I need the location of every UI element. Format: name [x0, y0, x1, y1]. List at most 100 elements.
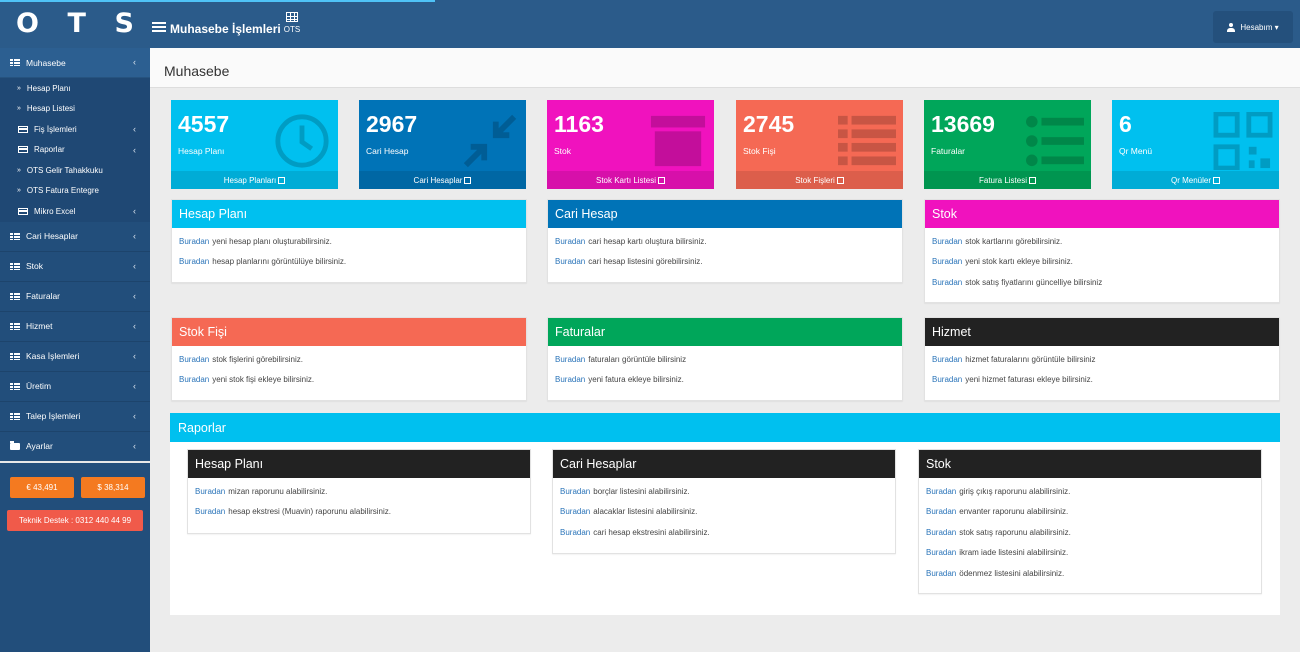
sidebar-subitem[interactable]: » OTS Gelir Tahakkuku: [0, 160, 150, 181]
panel-row: Buradan hesap ekstresi (Muavin) raporunu …: [188, 502, 530, 523]
external-link-icon: [836, 176, 844, 184]
sidebar-subitem[interactable]: Fiş İşlemleri ‹: [0, 119, 150, 140]
stat-tile-link[interactable]: Cari Hesaplar: [359, 171, 526, 189]
buradan-link[interactable]: Buradan: [555, 237, 585, 246]
stat-label: Hesap Planı: [178, 146, 225, 156]
currency-usd-button[interactable]: $ 38,314: [81, 477, 145, 498]
stat-value: 4557: [178, 111, 230, 137]
sidebar-item-label: Kasa İşlemleri: [26, 351, 80, 361]
buradan-link[interactable]: Buradan: [932, 278, 962, 287]
sidebar-subitem[interactable]: » Hesap Listesi: [0, 99, 150, 120]
sidebar-divider: [0, 461, 150, 463]
buradan-link[interactable]: Buradan: [560, 528, 590, 537]
sidebar: Muhasebe ‹ » Hesap Planı » Hesap Listesi Fiş…: [0, 48, 150, 652]
buradan-link[interactable]: Buradan: [932, 355, 962, 364]
buradan-link[interactable]: Buradan: [555, 375, 585, 384]
report-panel-title: Hesap Planı: [188, 450, 530, 478]
account-dropdown-button[interactable]: Hesabım ▾: [1213, 11, 1293, 43]
buradan-link[interactable]: Buradan: [932, 375, 962, 384]
buradan-link[interactable]: Buradan: [179, 237, 209, 246]
panel-title: Cari Hesap: [548, 200, 902, 228]
stat-tile-link[interactable]: Fatura Listesi: [924, 171, 1091, 189]
sidebar-subitem[interactable]: Raporlar ‹: [0, 140, 150, 161]
sidebar-item[interactable]: Cari Hesaplar ‹: [0, 222, 150, 252]
buradan-link[interactable]: Buradan: [179, 257, 209, 266]
sidebar-subitem-label: Fiş İşlemleri: [34, 124, 77, 134]
buradan-link[interactable]: Buradan: [926, 548, 956, 557]
ots-logo[interactable]: O T S: [16, 9, 134, 39]
info-panel: Stok Fişi Buradan stok fişlerini görebilir…: [171, 317, 527, 401]
sidebar-subitem-label: OTS Fatura Entegre: [26, 186, 99, 196]
info-panel: Hesap Planı Buradan yeni hesap planı oluşt…: [171, 199, 527, 283]
sidebar-item[interactable]: Ayarlar ‹: [0, 432, 150, 462]
panel-body: Buradan stok kartlarını görebilirsiniz. Bu…: [925, 228, 1279, 293]
sidebar-subitem-label: OTS Gelir Tahakkuku: [26, 165, 103, 175]
panel-row-text: stok fişlerini görebilirsiniz.: [212, 354, 303, 364]
stat-label: Stok Fişi: [743, 146, 776, 156]
buradan-link[interactable]: Buradan: [555, 355, 585, 364]
stat-tile-link[interactable]: Hesap Planları: [171, 171, 338, 189]
sidebar-subitem[interactable]: » Hesap Planı: [0, 78, 150, 99]
external-link-icon: [278, 176, 286, 184]
menu-toggle-icon[interactable]: [152, 22, 166, 33]
sidebar-item[interactable]: Talep İşlemleri ‹: [0, 402, 150, 432]
page-title: Muhasebe: [164, 63, 230, 79]
currency-eur-button[interactable]: € 43,491: [10, 477, 74, 498]
stat-tile-link-label: Cari Hesaplar: [413, 175, 463, 185]
buradan-link[interactable]: Buradan: [560, 507, 590, 516]
sidebar-item-label: Ayarlar: [26, 441, 53, 451]
buradan-link[interactable]: Buradan: [926, 569, 956, 578]
panel-row-text: ikram iade listesini alabilirsiniz.: [959, 548, 1069, 558]
sidebar-item-label: Stok: [26, 261, 44, 271]
buradan-link[interactable]: Buradan: [926, 487, 956, 496]
sidebar-subitem[interactable]: Mikro Excel ‹: [0, 201, 150, 222]
stat-label: Cari Hesap: [366, 146, 409, 156]
sidebar-item[interactable]: Faturalar ‹: [0, 282, 150, 312]
stat-tile-link[interactable]: Stok Kartı Listesi: [547, 171, 714, 189]
buradan-link[interactable]: Buradan: [195, 507, 225, 516]
panel-row: Buradan stok satış raporunu alabilirsiniz…: [919, 522, 1261, 543]
panel-row: Buradan cari hesap listesini görebilirsin…: [548, 252, 902, 273]
external-link-icon: [1029, 176, 1037, 184]
raporlar-section: Raporlar Hesap Planı Buradan mizan raporun…: [170, 413, 1280, 615]
panel-row: Buradan ikram iade listesini alabilirsini…: [919, 543, 1261, 564]
stat-label: Stok: [554, 146, 572, 156]
buradan-link[interactable]: Buradan: [926, 528, 956, 537]
buradan-link[interactable]: Buradan: [179, 355, 209, 364]
panel-row-text: borçlar listesini alabilirsiniz.: [593, 486, 690, 496]
sidebar-subitem[interactable]: » OTS Fatura Entegre: [0, 181, 150, 202]
buradan-link[interactable]: Buradan: [932, 257, 962, 266]
panel-row-text: yeni stok kartı ekleye bilirsiniz.: [965, 257, 1073, 267]
panel-row-text: hizmet faturalarını görüntüle bilirsiniz: [965, 354, 1096, 364]
loading-progress-bar: [0, 0, 435, 2]
sidebar-item[interactable]: Hizmet ‹: [0, 312, 150, 342]
sidebar-item[interactable]: Üretim ‹: [0, 372, 150, 402]
stat-tile-link[interactable]: Stok Fişleri: [736, 171, 903, 189]
panel-row-text: stok satış raporunu alabilirsiniz.: [959, 527, 1071, 537]
stat-tile: 6 Qr Menü Qr Menüler: [1112, 100, 1279, 189]
module-title[interactable]: Muhasebe İşlemleri: [170, 22, 281, 36]
logo-letter-t: T: [67, 8, 100, 39]
sidebar-item[interactable]: Stok ‹: [0, 252, 150, 282]
buradan-link[interactable]: Buradan: [195, 487, 225, 496]
buradan-link[interactable]: Buradan: [926, 507, 956, 516]
buradan-link[interactable]: Buradan: [560, 487, 590, 496]
panel-row: Buradan stok satış fiyatlarını güncelliye…: [925, 272, 1279, 293]
panel-row-text: alacaklar listesini alabilirsiniz.: [593, 507, 698, 517]
chevron-left-icon: ‹: [133, 260, 136, 271]
sidebar-item-muhasebe[interactable]: Muhasebe ‹: [0, 48, 150, 78]
panel-row: Buradan cari hesap ekstresini alabilirsin…: [553, 522, 895, 543]
angle-double-right-icon: »: [17, 105, 21, 113]
support-button[interactable]: Teknik Destek : 0312 440 44 99: [7, 510, 143, 531]
list-icon: [10, 382, 20, 390]
list-icon: [10, 262, 20, 270]
stat-tile-link[interactable]: Qr Menüler: [1112, 171, 1279, 189]
buradan-link[interactable]: Buradan: [555, 257, 585, 266]
panel-body: Buradan faturaları görüntüle bilirsiniz Bu…: [548, 346, 902, 390]
ots-app-button[interactable]: OTS: [283, 12, 301, 34]
panel-row: Buradan ödenmez listesini alabilirsiniz.: [919, 563, 1261, 584]
buradan-link[interactable]: Buradan: [179, 375, 209, 384]
buradan-link[interactable]: Buradan: [932, 237, 962, 246]
panel-title: Hizmet: [925, 318, 1279, 346]
sidebar-item[interactable]: Kasa İşlemleri ‹: [0, 342, 150, 372]
